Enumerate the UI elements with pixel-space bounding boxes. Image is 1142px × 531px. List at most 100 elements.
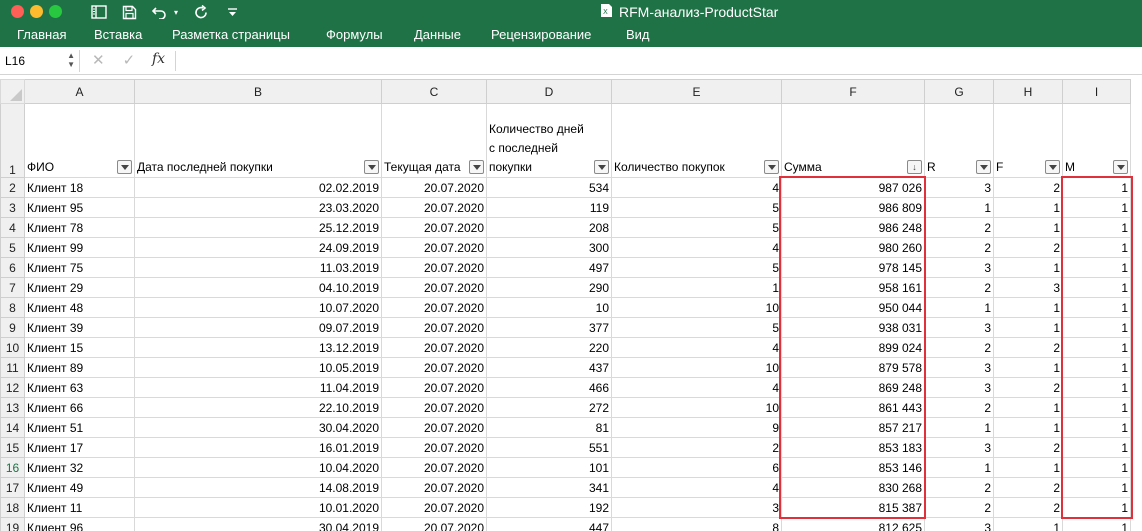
cell-fio[interactable]: Клиент 66 bbox=[24, 397, 135, 418]
tab-view[interactable]: Вид bbox=[626, 27, 650, 42]
cell-purchase-count[interactable]: 5 bbox=[611, 257, 782, 278]
row-header[interactable]: 5 bbox=[0, 237, 25, 258]
cell-m[interactable]: 1 bbox=[1062, 397, 1131, 418]
cell-sum[interactable]: 869 248 bbox=[781, 377, 925, 398]
undo-icon[interactable] bbox=[150, 3, 170, 21]
cell-m[interactable]: 1 bbox=[1062, 437, 1131, 458]
filter-dropdown-icon[interactable] bbox=[364, 160, 379, 174]
formula-input[interactable] bbox=[182, 53, 1122, 69]
row-header[interactable]: 16 bbox=[0, 457, 25, 478]
cell-fio[interactable]: Клиент 32 bbox=[24, 457, 135, 478]
cell-purchase-count[interactable]: 2 bbox=[611, 437, 782, 458]
cell-last-purchase-date[interactable]: 25.12.2019 bbox=[134, 217, 382, 238]
tab-review[interactable]: Рецензирование bbox=[491, 27, 591, 42]
cell-days-since-purchase[interactable]: 101 bbox=[486, 457, 612, 478]
cell-last-purchase-date[interactable]: 02.02.2019 bbox=[134, 177, 382, 198]
cell-sum[interactable]: 958 161 bbox=[781, 277, 925, 298]
cell-current-date[interactable]: 20.07.2020 bbox=[381, 497, 487, 518]
cell-r[interactable]: 2 bbox=[924, 277, 994, 298]
cell-fio[interactable]: Клиент 11 bbox=[24, 497, 135, 518]
header-cell-f[interactable]: F bbox=[993, 103, 1063, 178]
cell-m[interactable]: 1 bbox=[1062, 197, 1131, 218]
cell-days-since-purchase[interactable]: 208 bbox=[486, 217, 612, 238]
column-header-g[interactable]: G bbox=[924, 79, 994, 104]
cell-sum[interactable]: 861 443 bbox=[781, 397, 925, 418]
cell-f[interactable]: 1 bbox=[993, 457, 1063, 478]
header-cell-r[interactable]: R bbox=[924, 103, 994, 178]
insert-function-icon[interactable]: fx bbox=[152, 51, 165, 67]
cell-sum[interactable]: 857 217 bbox=[781, 417, 925, 438]
cell-current-date[interactable]: 20.07.2020 bbox=[381, 337, 487, 358]
filter-dropdown-icon[interactable] bbox=[117, 160, 132, 174]
row-header[interactable]: 12 bbox=[0, 377, 25, 398]
cell-last-purchase-date[interactable]: 30.04.2020 bbox=[134, 417, 382, 438]
header-cell-purchase-count[interactable]: Количество покупок bbox=[611, 103, 782, 178]
filter-dropdown-icon[interactable] bbox=[764, 160, 779, 174]
cell-sum[interactable]: 812 625 bbox=[781, 517, 925, 531]
cell-f[interactable]: 1 bbox=[993, 517, 1063, 531]
cell-purchase-count[interactable]: 10 bbox=[611, 357, 782, 378]
cell-days-since-purchase[interactable]: 10 bbox=[486, 297, 612, 318]
cell-r[interactable]: 1 bbox=[924, 417, 994, 438]
cell-fio[interactable]: Клиент 95 bbox=[24, 197, 135, 218]
cell-days-since-purchase[interactable]: 81 bbox=[486, 417, 612, 438]
cell-last-purchase-date[interactable]: 23.03.2020 bbox=[134, 197, 382, 218]
cell-fio[interactable]: Клиент 51 bbox=[24, 417, 135, 438]
cell-last-purchase-date[interactable]: 22.10.2019 bbox=[134, 397, 382, 418]
cell-last-purchase-date[interactable]: 10.07.2020 bbox=[134, 297, 382, 318]
cell-f[interactable]: 2 bbox=[993, 497, 1063, 518]
cell-purchase-count[interactable]: 9 bbox=[611, 417, 782, 438]
column-header-h[interactable]: H bbox=[993, 79, 1063, 104]
cell-sum[interactable]: 830 268 bbox=[781, 477, 925, 498]
cell-purchase-count[interactable]: 4 bbox=[611, 337, 782, 358]
row-header[interactable]: 10 bbox=[0, 337, 25, 358]
row-header[interactable]: 13 bbox=[0, 397, 25, 418]
cell-sum[interactable]: 853 146 bbox=[781, 457, 925, 478]
column-header-a[interactable]: A bbox=[24, 79, 135, 104]
cell-fio[interactable]: Клиент 78 bbox=[24, 217, 135, 238]
cell-m[interactable]: 1 bbox=[1062, 497, 1131, 518]
cell-purchase-count[interactable]: 3 bbox=[611, 497, 782, 518]
cell-last-purchase-date[interactable]: 30.04.2019 bbox=[134, 517, 382, 531]
row-header[interactable]: 4 bbox=[0, 217, 25, 238]
row-header[interactable]: 2 bbox=[0, 177, 25, 198]
cell-m[interactable]: 1 bbox=[1062, 177, 1131, 198]
cell-r[interactable]: 3 bbox=[924, 437, 994, 458]
cell-m[interactable]: 1 bbox=[1062, 237, 1131, 258]
cell-sum[interactable]: 879 578 bbox=[781, 357, 925, 378]
cell-sum[interactable]: 853 183 bbox=[781, 437, 925, 458]
tab-insert[interactable]: Вставка bbox=[94, 27, 142, 42]
row-header-1[interactable]: 1 bbox=[0, 103, 25, 178]
header-cell-current-date[interactable]: Текущая дата bbox=[381, 103, 487, 178]
header-cell-fio[interactable]: ФИО bbox=[24, 103, 135, 178]
cell-last-purchase-date[interactable]: 11.03.2019 bbox=[134, 257, 382, 278]
row-header[interactable]: 18 bbox=[0, 497, 25, 518]
cell-sum[interactable]: 987 026 bbox=[781, 177, 925, 198]
cell-sum[interactable]: 950 044 bbox=[781, 297, 925, 318]
save-icon[interactable] bbox=[120, 3, 138, 21]
cell-current-date[interactable]: 20.07.2020 bbox=[381, 417, 487, 438]
cell-current-date[interactable]: 20.07.2020 bbox=[381, 197, 487, 218]
sort-descending-icon[interactable]: ↓ bbox=[907, 160, 922, 174]
header-cell-last-purchase-date[interactable]: Дата последней покупки bbox=[134, 103, 382, 178]
cell-purchase-count[interactable]: 4 bbox=[611, 237, 782, 258]
cell-fio[interactable]: Клиент 17 bbox=[24, 437, 135, 458]
cell-f[interactable]: 3 bbox=[993, 277, 1063, 298]
cell-current-date[interactable]: 20.07.2020 bbox=[381, 357, 487, 378]
cell-f[interactable]: 2 bbox=[993, 177, 1063, 198]
column-header-d[interactable]: D bbox=[486, 79, 612, 104]
cell-purchase-count[interactable]: 5 bbox=[611, 217, 782, 238]
cell-purchase-count[interactable]: 4 bbox=[611, 377, 782, 398]
cell-current-date[interactable]: 20.07.2020 bbox=[381, 457, 487, 478]
cell-f[interactable]: 1 bbox=[993, 217, 1063, 238]
select-all-corner[interactable] bbox=[0, 79, 25, 104]
cell-last-purchase-date[interactable]: 13.12.2019 bbox=[134, 337, 382, 358]
customize-toolbar-icon[interactable] bbox=[225, 3, 239, 21]
cell-r[interactable]: 2 bbox=[924, 497, 994, 518]
minimize-window-button[interactable] bbox=[30, 5, 43, 18]
row-header[interactable]: 3 bbox=[0, 197, 25, 218]
cell-days-since-purchase[interactable]: 377 bbox=[486, 317, 612, 338]
tab-home[interactable]: Главная bbox=[17, 27, 66, 42]
cell-f[interactable]: 1 bbox=[993, 317, 1063, 338]
redo-icon[interactable] bbox=[192, 3, 210, 21]
